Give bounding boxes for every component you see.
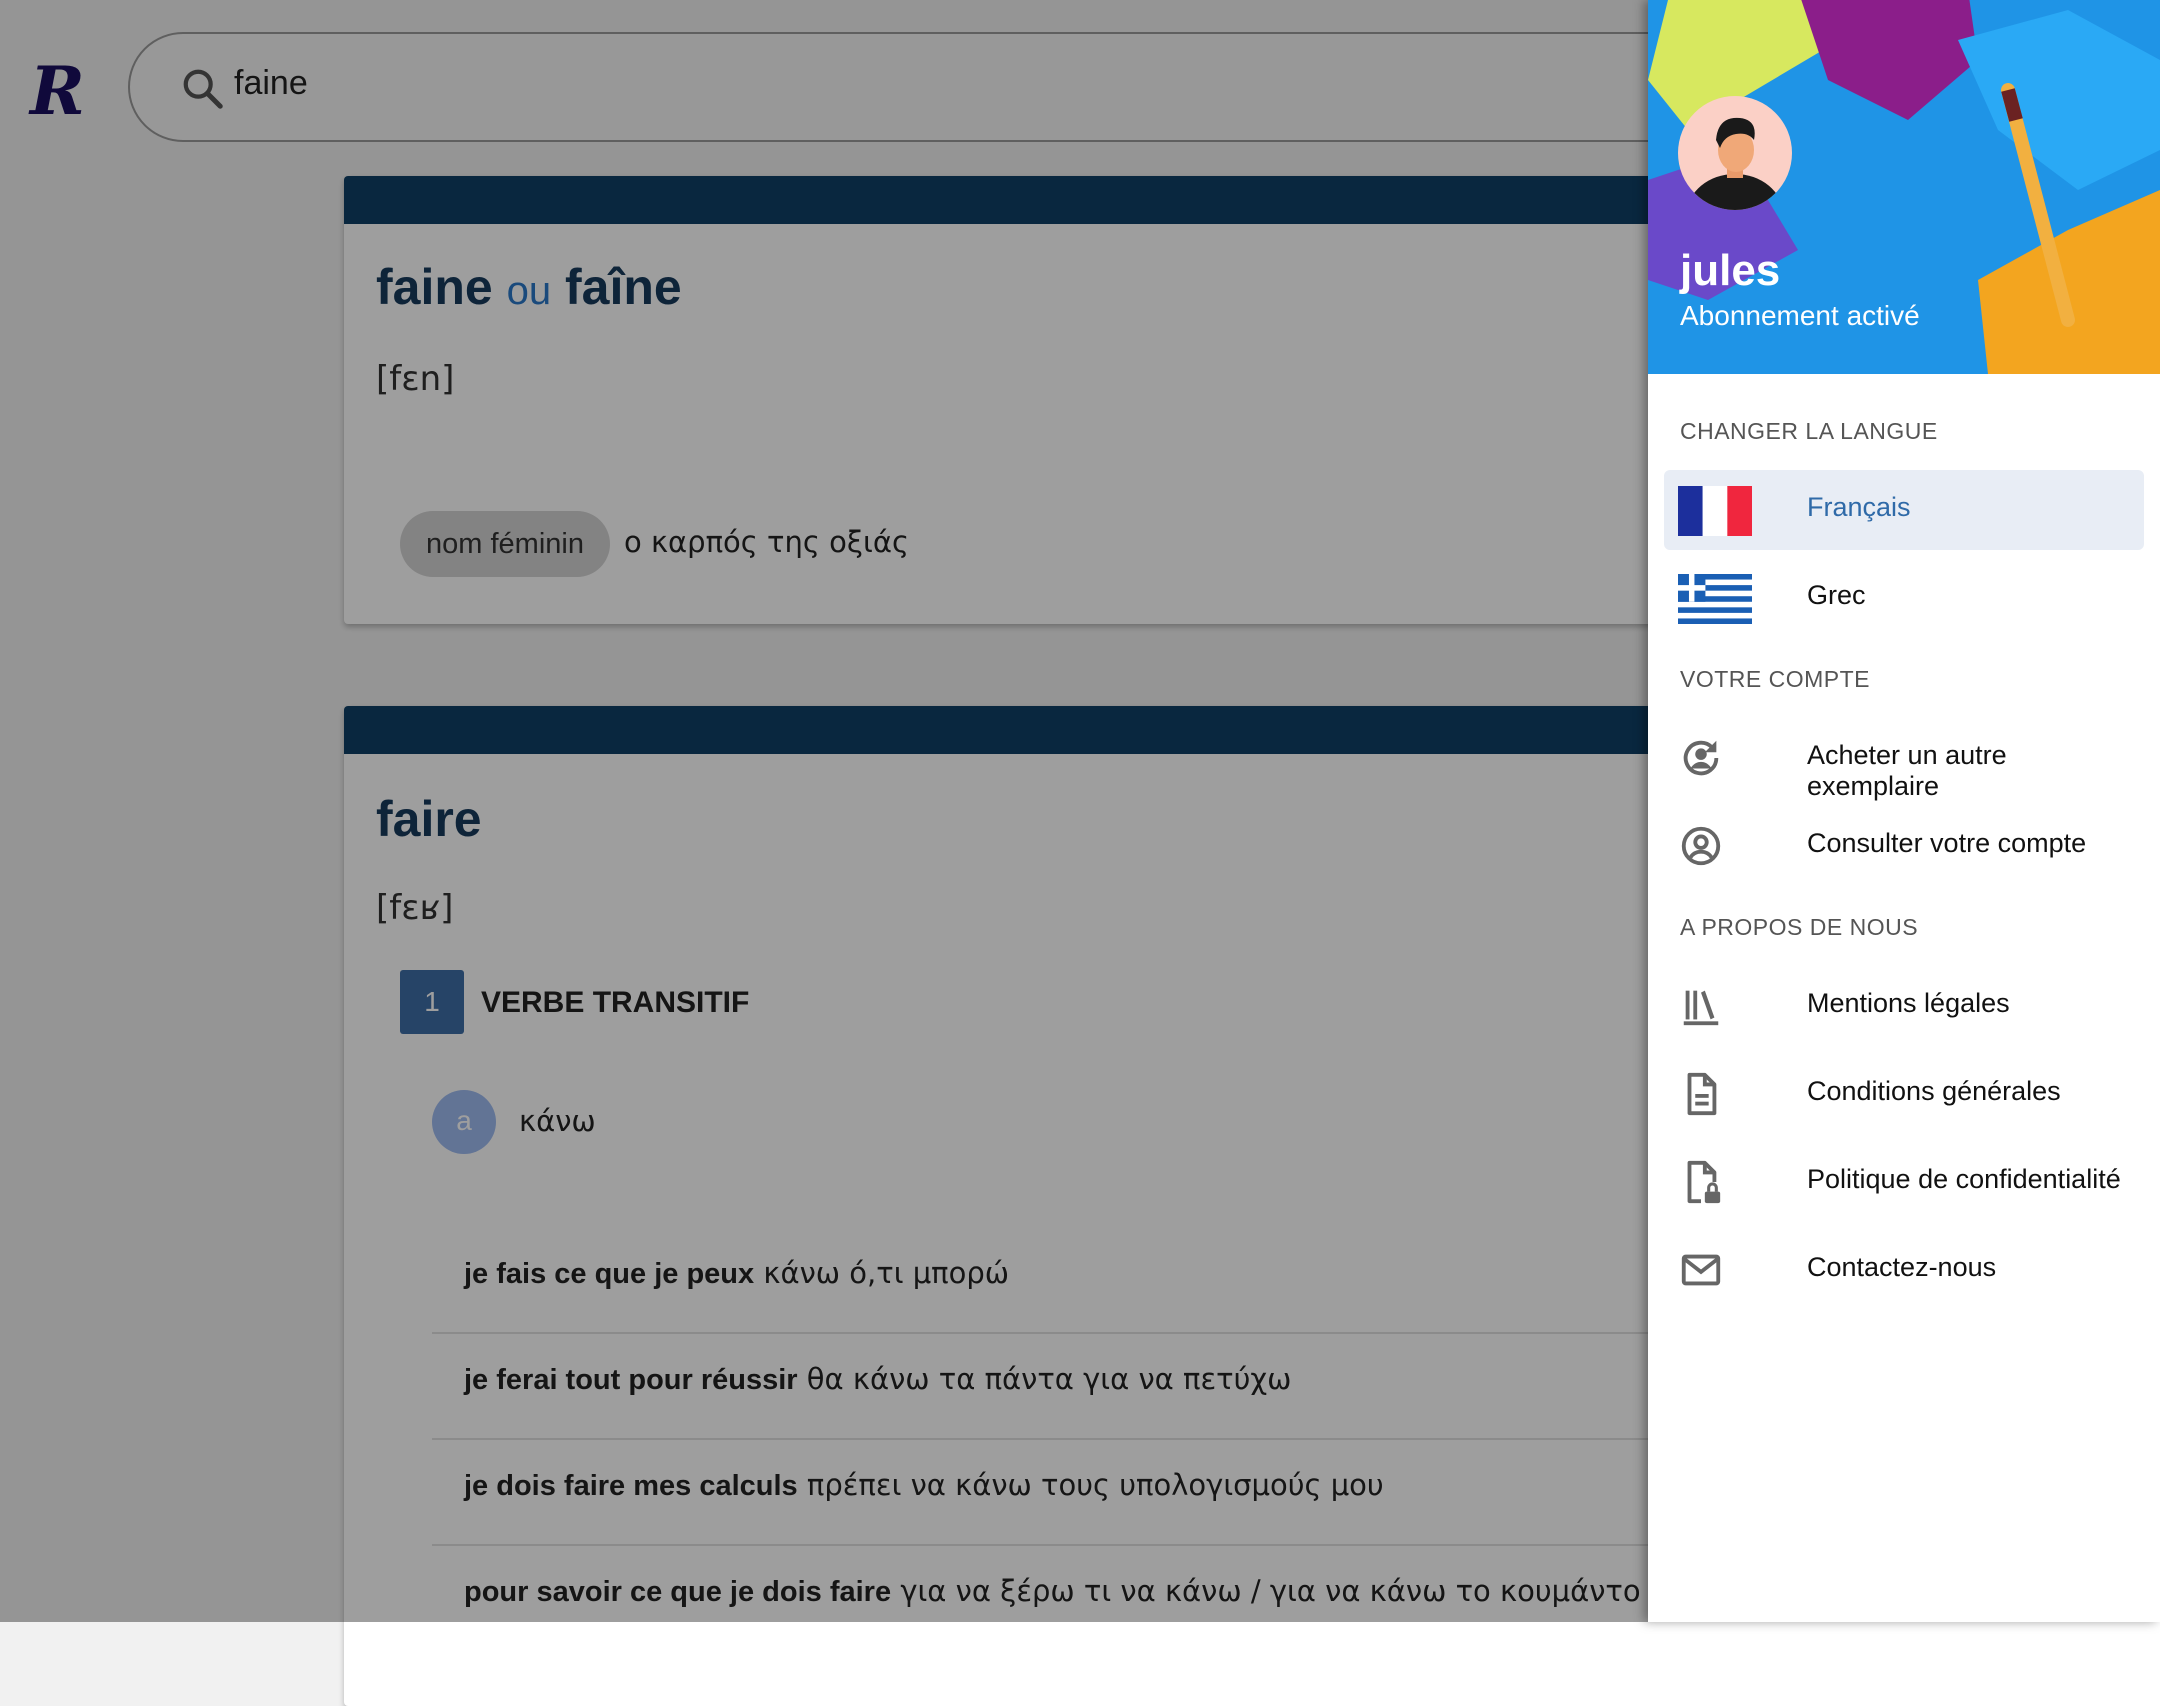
- section-language: CHANGER LA LANGUE: [1680, 418, 1938, 444]
- document-lock-icon: [1687, 1160, 1721, 1204]
- account-circle-icon: [1681, 826, 1721, 866]
- user-name: jules: [1680, 246, 1781, 295]
- mail-icon: [1681, 1254, 1721, 1286]
- section-account: VOTRE COMPTE: [1680, 666, 1871, 692]
- menu-label: Mentions légales: [1807, 988, 2010, 1018]
- library-icon: [1683, 990, 1719, 1026]
- app-root: R faine faine ou faîne [fɛn] nom féminin…: [0, 0, 2160, 1706]
- menu-item-account[interactable]: Consulter votre compte: [1664, 806, 2144, 886]
- menu-label: Acheter un autre exemplaire: [1807, 740, 2007, 801]
- menu-item-terms[interactable]: Conditions générales: [1664, 1054, 2144, 1134]
- menu-item-privacy[interactable]: Politique de confidentialité: [1664, 1142, 2144, 1222]
- subscription-status: Abonnement activé: [1680, 300, 1920, 331]
- section-about: A PROPOS DE NOUS: [1680, 914, 1919, 940]
- language-label: Français: [1807, 492, 1911, 522]
- refresh-user-icon: [1683, 740, 1719, 776]
- language-label: Grec: [1807, 580, 1866, 610]
- drawer-header: jules Abonnement activé: [1648, 0, 2160, 374]
- france-flag-icon: [1678, 486, 1752, 536]
- menu-label: Contactez-nous: [1807, 1252, 1997, 1282]
- menu-label: Consulter votre compte: [1807, 828, 2087, 858]
- document-icon: [1687, 1072, 1717, 1116]
- menu-item-legal[interactable]: Mentions légales: [1664, 966, 2144, 1046]
- menu-item-contact[interactable]: Contactez-nous: [1664, 1230, 2144, 1310]
- language-item-francais[interactable]: Français: [1664, 470, 2144, 550]
- menu-label: Politique de confidentialité: [1807, 1164, 2121, 1194]
- user-avatar[interactable]: [1678, 96, 1792, 210]
- navigation-drawer: jules Abonnement activé CHANGER LA LANGU…: [1648, 0, 2160, 1622]
- menu-label: Conditions générales: [1807, 1076, 2061, 1106]
- menu-item-buy-copy[interactable]: Acheter un autre exemplaire: [1664, 718, 2144, 801]
- greece-flag-icon: [1678, 574, 1752, 624]
- language-item-grec[interactable]: Grec: [1664, 558, 2144, 638]
